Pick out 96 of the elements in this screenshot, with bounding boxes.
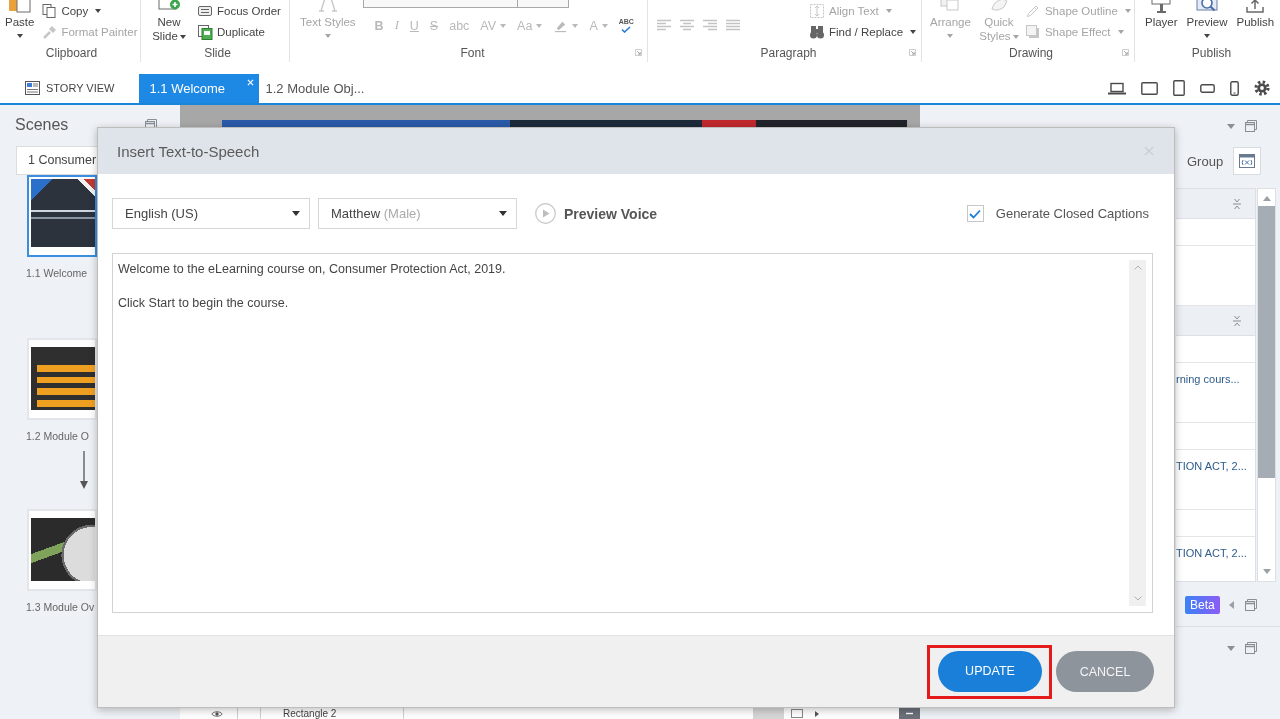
ribbon-button[interactable]: Player [1143, 0, 1180, 29]
voice-dropdown[interactable]: Matthew (Male) [318, 198, 517, 229]
story-view-icon [25, 81, 40, 95]
phone-landscape-icon[interactable] [1200, 83, 1215, 93]
caret-icon [499, 211, 507, 216]
tablet-landscape-icon[interactable] [1141, 81, 1158, 95]
collapse-icon[interactable] [1232, 314, 1242, 327]
caret-icon [500, 23, 507, 28]
chevron-up-icon[interactable] [1133, 265, 1142, 270]
caret-right-icon[interactable] [815, 710, 820, 717]
variables-button[interactable] [1233, 147, 1261, 175]
launcher-icon[interactable] [1122, 49, 1129, 56]
settings-icon[interactable] [1254, 80, 1270, 96]
tick-icon [621, 26, 632, 33]
slide-label: 1.2 Module O [26, 429, 90, 443]
slide-thumbnail[interactable] [27, 175, 97, 257]
shadow-square-icon [1024, 23, 1041, 40]
tablet-portrait-icon[interactable] [1173, 80, 1185, 96]
trigger-text[interactable]: TION ACT, 2... [1176, 546, 1247, 560]
ribbon-button[interactable]: New Slide [146, 0, 192, 43]
scrollbar-thumb[interactable] [791, 709, 804, 718]
speech-text-field[interactable]: Welcome to the eLearning course on, Consumer Protection Act, 2019. Click Start to begin the course. [112, 253, 1153, 613]
caret-icon [292, 211, 300, 216]
dialog-title: Insert Text-to-Speech [117, 142, 260, 160]
dialog-button[interactable]: UPDATE [938, 650, 1042, 692]
ribbon-button[interactable]: Focus Order [197, 0, 281, 21]
ribbon-button[interactable]: Paste [3, 0, 37, 38]
ribbon-button[interactable]: Publish [1234, 0, 1277, 29]
group-label: Paragraph [760, 45, 817, 60]
caret-icon [1012, 34, 1019, 39]
minus-icon[interactable] [899, 708, 920, 719]
beta-badge: Beta [1185, 596, 1220, 614]
ribbon-button[interactable]: Preview [1184, 0, 1230, 38]
group-label: Slide [204, 45, 231, 60]
text-paragraph: Click Start to begin the course. [118, 295, 289, 311]
brush-icon [41, 23, 58, 40]
text-paragraph: Welcome to the eLearning course on, Consumer Protection Act, 2019. [118, 261, 506, 277]
binoculars-icon [809, 23, 825, 40]
panel-title: Scenes [15, 116, 69, 134]
checkbox-label: Generate Closed Captions [995, 206, 1149, 221]
scroll-down-icon[interactable] [1262, 569, 1271, 574]
language-dropdown[interactable]: English (US) [112, 198, 310, 229]
restore-window-icon[interactable] [1245, 120, 1257, 132]
restore-window-icon[interactable] [1245, 599, 1257, 611]
caret-icon [536, 23, 543, 28]
caret-icon [947, 34, 954, 38]
slide-tab[interactable]: 1.1 Welcome [139, 74, 260, 103]
caret-icon[interactable] [1227, 123, 1235, 129]
align-box-icon [809, 2, 825, 19]
checkbox[interactable] [966, 205, 984, 222]
caret-icon [910, 29, 917, 34]
restore-window-icon[interactable] [1245, 642, 1257, 654]
preview-voice-button[interactable]: Preview Voice [535, 203, 658, 224]
caret-icon [95, 8, 102, 13]
caret-icon [324, 34, 331, 38]
trigger-text[interactable]: TION ACT, 2... [1176, 459, 1247, 473]
chevron-down-icon[interactable] [1133, 596, 1142, 601]
slide-label: 1.3 Module Ov [26, 600, 95, 614]
group-label: Publish [1191, 45, 1232, 60]
caret-icon [601, 23, 608, 28]
collapse-icon[interactable] [1232, 197, 1242, 210]
caret-icon [572, 23, 579, 28]
caret-left-icon[interactable] [1229, 601, 1234, 609]
phone-portrait-icon[interactable] [1230, 80, 1239, 96]
slide-image [31, 179, 95, 247]
caret-icon [179, 34, 186, 39]
play-icon [535, 203, 556, 224]
story-view-button[interactable]: STORY VIEW [25, 81, 115, 95]
tick-icon [969, 208, 982, 219]
option-label: Group [1187, 153, 1224, 169]
font-size-field[interactable] [517, 0, 569, 8]
launcher-icon[interactable] [909, 49, 916, 56]
trigger-text[interactable]: rning cours... [1176, 372, 1240, 386]
caret-icon [1124, 8, 1131, 13]
group-label: Drawing [1009, 45, 1053, 60]
scene-dropdown[interactable]: 1 Consumer [16, 146, 97, 175]
eye-icon[interactable] [211, 709, 223, 718]
scrollbar-thumb[interactable] [1258, 206, 1275, 478]
caret-icon [1117, 29, 1124, 34]
ribbon-button[interactable]: Copy [41, 0, 138, 21]
slide-label: 1.1 Welcome [26, 266, 88, 280]
ribbon-button[interactable]: Find / Replace [809, 21, 917, 42]
group-label: Font [460, 45, 485, 60]
laptop-icon[interactable] [1108, 81, 1126, 95]
group-label: Clipboard [45, 45, 98, 60]
layer-name: Rectangle 2 [283, 708, 337, 719]
slide-tab[interactable]: 1.2 Module Obj... [259, 74, 371, 103]
variable-window-icon [1239, 154, 1255, 168]
caret-icon[interactable] [1227, 645, 1235, 651]
scroll-up-icon[interactable] [1262, 196, 1271, 201]
caret-icon [1204, 34, 1211, 38]
launcher-icon[interactable] [635, 49, 642, 56]
ribbon-button[interactable]: Duplicate [197, 21, 281, 42]
caret-icon [885, 8, 892, 13]
duplicate-icon [197, 23, 213, 40]
caret-icon [16, 34, 23, 38]
